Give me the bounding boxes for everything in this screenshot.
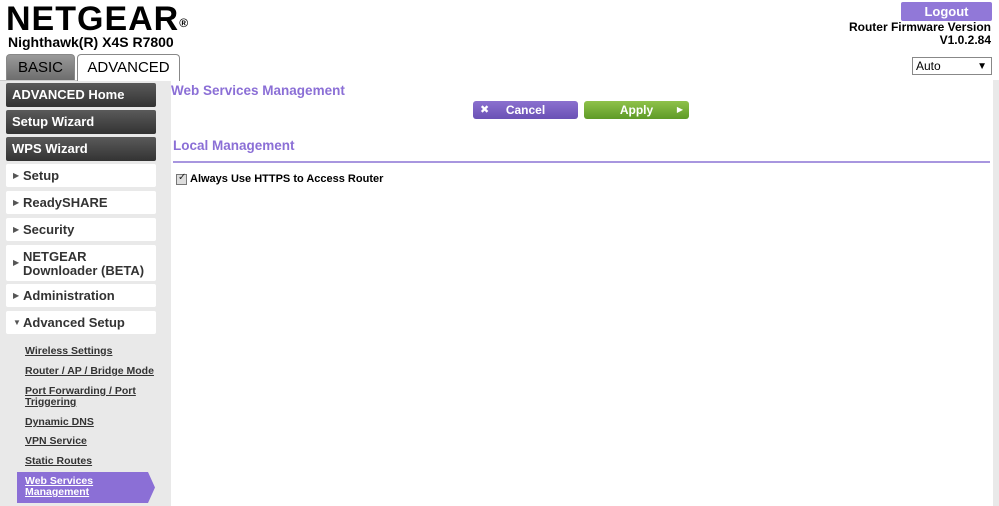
- https-checkbox[interactable]: [176, 172, 187, 185]
- sidebar-item-label: ReadySHARE: [23, 195, 108, 210]
- netgear-logo: NETGEAR®: [6, 2, 189, 36]
- sidebar-item-label: Administration: [23, 288, 115, 303]
- sidebar-item-readyshare[interactable]: ▶ ReadySHARE: [6, 191, 156, 214]
- sub-item-static-routes[interactable]: Static Routes: [25, 456, 92, 467]
- brand-mark: ®: [179, 16, 190, 30]
- sub-item-label-line2: Management: [25, 486, 90, 498]
- sidebar-item-label: Security: [23, 222, 75, 237]
- sidebar-item-netgear-downloader[interactable]: ▶ NETGEAR Downloader (BETA): [6, 245, 156, 281]
- language-select-value: Auto: [916, 59, 941, 73]
- sidebar-item-setup-wizard[interactable]: Setup Wizard: [6, 110, 156, 134]
- page-title: Web Services Management: [171, 83, 345, 98]
- sidebar-item-wps-wizard[interactable]: WPS Wizard: [6, 137, 156, 161]
- router-model: Nighthawk(R) X4S R7800: [8, 34, 174, 50]
- section-divider: [173, 161, 990, 163]
- play-icon: ▶: [676, 105, 683, 114]
- sidebar-item-label: NETGEAR: [23, 249, 87, 264]
- close-icon: ✖: [480, 104, 490, 116]
- caret-right-icon: ▶: [13, 258, 20, 267]
- https-checkbox-row: Always Use HTTPS to Access Router: [176, 172, 384, 185]
- firmware-version: V1.0.2.84: [939, 33, 991, 47]
- sidebar-item-advanced-setup[interactable]: ▼ Advanced Setup: [6, 311, 156, 334]
- sub-item-dynamic-dns[interactable]: Dynamic DNS: [25, 417, 94, 428]
- language-select[interactable]: Auto ▼: [912, 57, 992, 75]
- caret-right-icon: ▶: [13, 198, 20, 207]
- sub-item-web-services-management[interactable]: Web Services Management: [17, 472, 155, 503]
- caret-right-icon: ▶: [13, 291, 20, 300]
- caret-right-icon: ▶: [13, 171, 20, 180]
- sub-item-vpn-service[interactable]: VPN Service: [25, 436, 87, 447]
- cancel-label: Cancel: [505, 103, 546, 117]
- apply-button[interactable]: Apply ▶: [584, 101, 689, 119]
- sub-item-wireless-settings[interactable]: Wireless Settings: [25, 346, 112, 357]
- tab-basic[interactable]: BASIC: [6, 54, 75, 80]
- sidebar-item-advanced-home[interactable]: ADVANCED Home: [6, 83, 156, 107]
- brand-name: NETGEAR: [6, 0, 180, 38]
- sidebar-item-security[interactable]: ▶ Security: [6, 218, 156, 241]
- logout-button[interactable]: Logout: [901, 2, 992, 21]
- sub-item-label: Web Services Management: [25, 476, 93, 498]
- cancel-button[interactable]: ✖ Cancel: [473, 101, 578, 119]
- sidebar-item-label: Downloader (BETA): [23, 263, 145, 278]
- firmware-label: Router Firmware Version: [848, 20, 991, 34]
- tab-advanced[interactable]: ADVANCED: [77, 54, 180, 81]
- sidebar-item-administration[interactable]: ▶ Administration: [6, 284, 156, 307]
- right-edge: [993, 80, 999, 506]
- caret-down-icon: ▼: [13, 318, 21, 327]
- sidebar-item-label: Setup: [23, 168, 60, 183]
- caret-right-icon: ▶: [13, 225, 20, 234]
- sub-item-label: Triggering: [25, 396, 77, 408]
- sidebar-item-label: Advanced Setup: [23, 315, 125, 330]
- chevron-down-icon: ▼: [977, 61, 987, 72]
- section-title: Local Management: [173, 138, 295, 153]
- sub-item-port-forwarding[interactable]: Port Forwarding / Port Triggering: [25, 386, 136, 408]
- sub-item-router-ap-bridge-mode[interactable]: Router / AP / Bridge Mode: [25, 366, 154, 377]
- sidebar-item-setup[interactable]: ▶ Setup: [6, 164, 156, 187]
- https-checkbox-label: Always Use HTTPS to Access Router: [190, 173, 384, 185]
- apply-label: Apply: [619, 103, 654, 117]
